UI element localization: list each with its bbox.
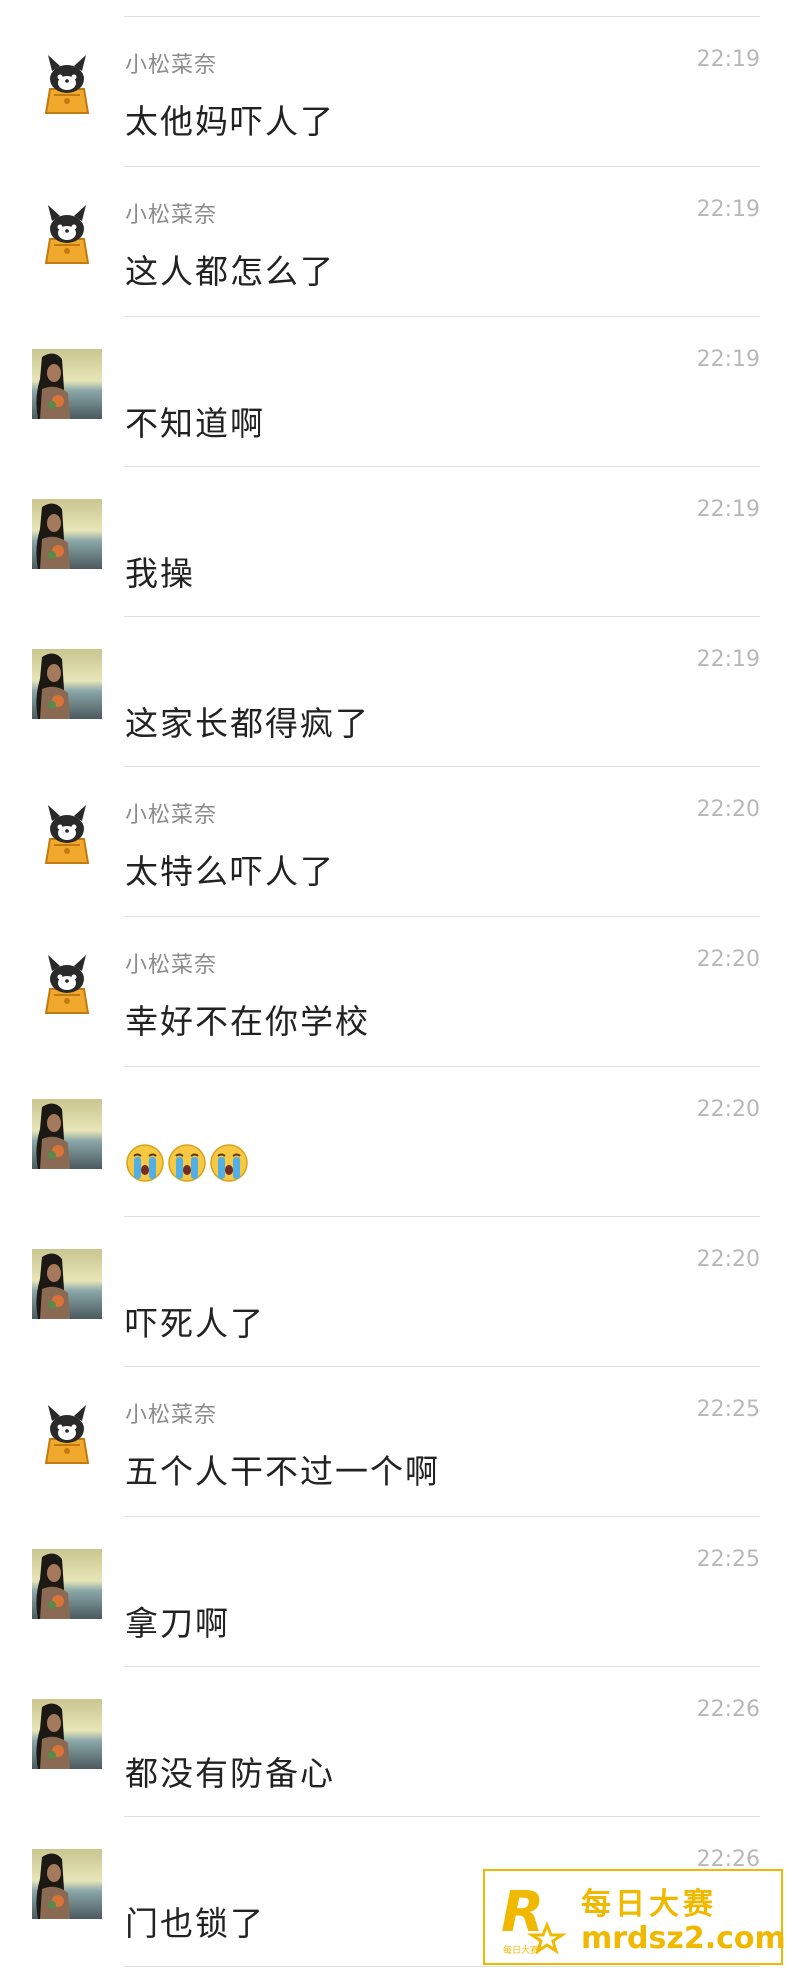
message-text: 太特么吓人了 — [125, 852, 335, 891]
message-text: 都没有防备心 — [125, 1754, 335, 1793]
sender-name: 小松菜奈 — [125, 953, 218, 978]
sender-name: 小松菜奈 — [125, 203, 218, 228]
crying-emoji-icon — [125, 1143, 165, 1191]
watermark-logo-icon: R 每日大赛 — [501, 1881, 567, 1956]
message-text: 太他妈吓人了 — [125, 102, 335, 141]
message-time: 22:19 — [696, 197, 760, 222]
cat-avatar[interactable] — [32, 949, 102, 1019]
message-time: 22:20 — [696, 1247, 760, 1272]
chat-history-list[interactable]: 小松菜奈 22:19 太他妈吓人了 小松菜奈 22:19 这人都怎么了 22:19 不知道… — [0, 17, 800, 1967]
message-item[interactable]: 小松菜奈 22:20 幸好不在你学校 — [0, 917, 800, 1067]
message-item[interactable]: 22:20 吓死人了 — [0, 1217, 800, 1367]
message-text: 这家长都得疯了 — [125, 704, 370, 743]
message-time: 22:25 — [696, 1547, 760, 1572]
sender-name: 小松菜奈 — [125, 803, 218, 828]
sender-name: 小松菜奈 — [125, 53, 218, 78]
girl-avatar[interactable] — [32, 649, 102, 719]
message-text: 这人都怎么了 — [125, 252, 335, 291]
girl-avatar[interactable] — [32, 1699, 102, 1769]
watermark-logo-subtext: 每日大赛 — [503, 1944, 539, 1956]
message-item[interactable]: 22:19 这家长都得疯了 — [0, 617, 800, 767]
message-time: 22:19 — [696, 647, 760, 672]
message-text: 吓死人了 — [125, 1304, 265, 1343]
cat-avatar[interactable] — [32, 799, 102, 869]
message-time: 22:19 — [696, 497, 760, 522]
message-item[interactable]: 22:20 — [0, 1067, 800, 1217]
message-item[interactable]: 小松菜奈 22:19 太他妈吓人了 — [0, 17, 800, 167]
message-time: 22:20 — [696, 947, 760, 972]
message-item[interactable]: 小松菜奈 22:20 太特么吓人了 — [0, 767, 800, 917]
message-time: 22:26 — [696, 1697, 760, 1722]
message-text: 门也锁了 — [125, 1904, 265, 1943]
sender-name: 小松菜奈 — [125, 1403, 218, 1428]
message-emoji — [125, 1144, 249, 1191]
message-item[interactable]: 22:19 我操 — [0, 467, 800, 617]
girl-avatar[interactable] — [32, 1849, 102, 1919]
message-item[interactable]: 22:25 拿刀啊 — [0, 1517, 800, 1667]
cat-avatar[interactable] — [32, 1399, 102, 1469]
girl-avatar[interactable] — [32, 1099, 102, 1169]
message-item[interactable]: 小松菜奈 22:25 五个人干不过一个啊 — [0, 1367, 800, 1517]
message-item[interactable]: 22:19 不知道啊 — [0, 317, 800, 467]
message-text: 拿刀啊 — [125, 1604, 230, 1643]
message-item[interactable]: 22:26 都没有防备心 — [0, 1667, 800, 1817]
girl-avatar[interactable] — [32, 1249, 102, 1319]
message-time: 22:20 — [696, 1097, 760, 1122]
message-time: 22:20 — [696, 797, 760, 822]
cat-avatar[interactable] — [32, 49, 102, 119]
girl-avatar[interactable] — [32, 1549, 102, 1619]
message-text: 不知道啊 — [125, 404, 265, 443]
message-time: 22:25 — [696, 1397, 760, 1422]
watermark-site-name: 每日大赛 — [581, 1887, 717, 1922]
message-time: 22:19 — [696, 47, 760, 72]
girl-avatar[interactable] — [32, 499, 102, 569]
message-item[interactable]: 小松菜奈 22:19 这人都怎么了 — [0, 167, 800, 317]
girl-avatar[interactable] — [32, 349, 102, 419]
watermark-url: mrdsz2.com — [581, 1921, 786, 1956]
watermark-badge: R 每日大赛 每日大赛 mrdsz2.com — [483, 1869, 786, 1965]
message-text: 五个人干不过一个啊 — [125, 1452, 440, 1491]
message-text: 幸好不在你学校 — [125, 1002, 370, 1041]
message-divider — [124, 1966, 760, 1967]
crying-emoji-icon — [209, 1143, 249, 1191]
message-time: 22:19 — [696, 347, 760, 372]
cat-avatar[interactable] — [32, 199, 102, 269]
message-text: 我操 — [125, 554, 195, 593]
crying-emoji-icon — [167, 1143, 207, 1191]
